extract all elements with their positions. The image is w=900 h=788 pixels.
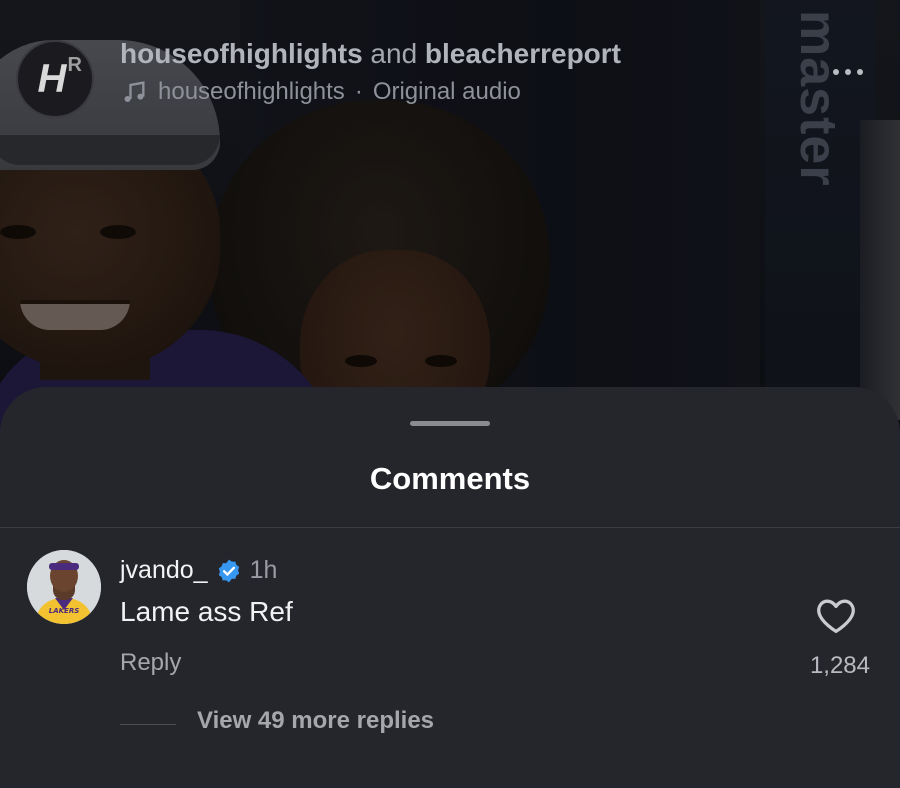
comment-meta: jvando_ 1h	[120, 556, 277, 585]
author-primary-link[interactable]: houseofhighlights	[120, 38, 363, 69]
like-count: 1,284	[809, 652, 870, 679]
verified-badge-icon	[218, 559, 239, 582]
replies-indent-line	[120, 724, 176, 725]
logo-letter-main: H	[37, 56, 67, 101]
commenter-username[interactable]: jvando_	[120, 556, 208, 585]
audio-attribution[interactable]: houseofhighlights · Original audio	[120, 78, 521, 106]
comments-title: Comments	[369, 461, 531, 496]
sheet-drag-handle[interactable]	[410, 421, 490, 426]
author-connector: and	[370, 38, 418, 69]
post-header: H R houseofhighlights and bleacherreport…	[0, 0, 900, 120]
comments-sheet: Comments LAKERS jvando_ 1h Lame ass Ref …	[0, 387, 900, 788]
comment-text: Lame ass Ref	[120, 596, 293, 627]
view-more-replies-button[interactable]: View 49 more replies	[197, 707, 434, 735]
logo-letter-sub: R	[67, 54, 82, 76]
comment-item: LAKERS jvando_ 1h Lame ass Ref Reply 1,2…	[0, 528, 900, 788]
more-horizontal-icon[interactable]	[833, 62, 873, 82]
audio-account: houseofhighlights	[158, 78, 345, 105]
commenter-avatar[interactable]: LAKERS	[27, 550, 101, 624]
audio-label: Original audio	[372, 78, 521, 105]
author-secondary-link[interactable]: bleacherreport	[425, 38, 621, 69]
audio-separator: ·	[354, 78, 363, 105]
post-authors: houseofhighlights and bleacherreport	[120, 38, 621, 70]
avatar-jersey-text: LAKERS	[49, 607, 80, 615]
commenter-avatar-image: LAKERS	[27, 550, 101, 624]
heart-icon[interactable]	[815, 596, 857, 634]
music-note-icon	[124, 81, 145, 103]
author-avatar-logo[interactable]: H R	[16, 40, 94, 118]
reply-button[interactable]: Reply	[120, 649, 181, 677]
comment-timestamp: 1h	[249, 556, 278, 584]
